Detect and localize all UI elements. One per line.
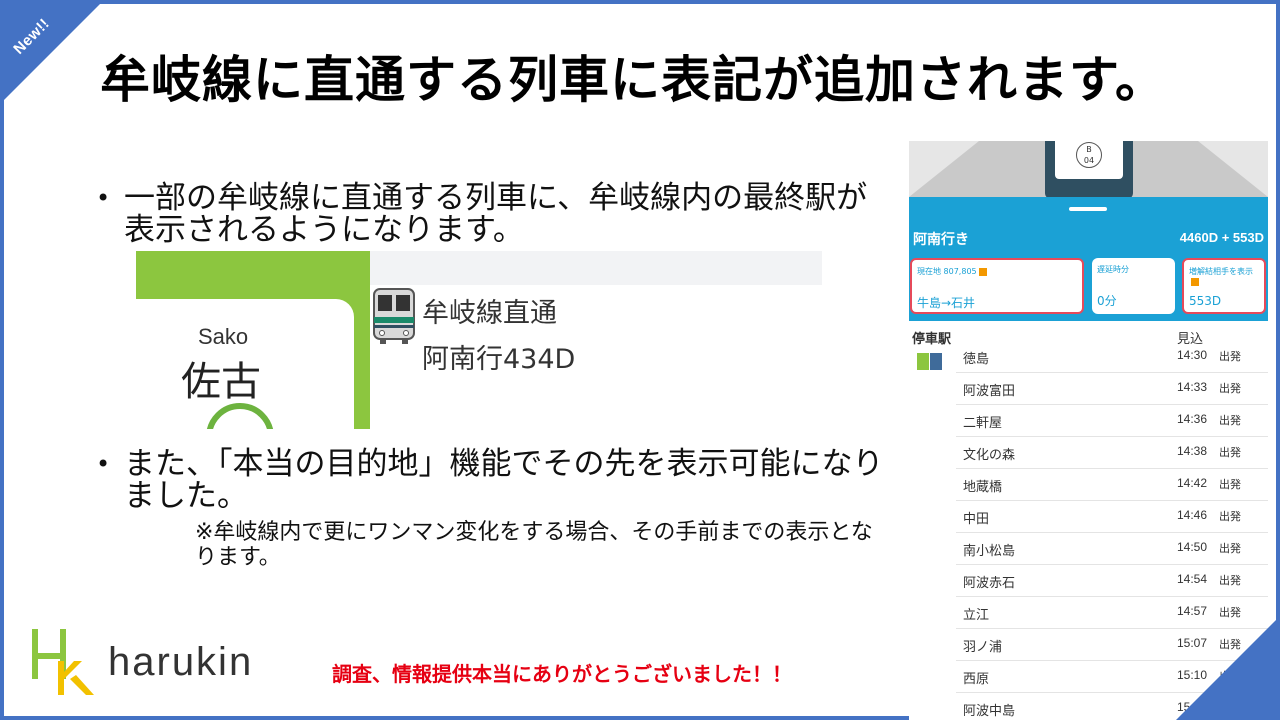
inset-topbar (370, 251, 822, 285)
location-label-text: 現在地 807,805 (917, 267, 977, 276)
through-service-label: 牟岐線直通 (422, 298, 557, 329)
stop-station: 文化の森 (963, 448, 1016, 463)
location-value: 牛島→石井 (917, 296, 976, 310)
slide-title: 牟岐線に直通する列車に表記が追加されます。 (100, 51, 1166, 109)
station-screenshot: Sako 佐古 牟岐線直通 阿南行434D (136, 251, 822, 429)
stop-type: 出発 (1219, 542, 1241, 555)
stop-time: 14:42 (1177, 476, 1208, 490)
stop-time: 14:30 (1177, 348, 1208, 362)
stop-station: 二軒屋 (963, 416, 1003, 431)
location-card[interactable]: 現在地 807,805 牛島→石井 (910, 258, 1084, 314)
stop-type: 出発 (1219, 446, 1241, 459)
stop-row[interactable]: 南小松島 14:50 出発 (956, 533, 1268, 565)
location-card-label: 現在地 807,805 (917, 266, 987, 277)
bullet-2: • また、「本当の目的地」機能でその先を表示可能になりました。 (96, 448, 896, 512)
ceiling-right (1198, 141, 1268, 197)
destination-train-label: 阿南行434D (422, 344, 576, 375)
stop-station: 阿波赤石 (963, 576, 1016, 591)
station-name-en: Sako (198, 324, 249, 349)
thanks-message: 調査、情報提供本当にありがとうございました！！ (332, 662, 792, 686)
coupling-label-text: 増解結相手を表示 (1189, 267, 1253, 276)
corner-decoration (1176, 616, 1280, 720)
stop-row[interactable]: 文化の森 14:38 出発 (956, 437, 1268, 469)
bullet-1: • 一部の牟岐線に直通する列車に、牟岐線内の最終駅が表示されるようになります。 (96, 182, 896, 246)
ceiling-left (909, 141, 979, 197)
bullet-1-text: 一部の牟岐線に直通する列車に、牟岐線内の最終駅が表示されるようになります。 (124, 180, 868, 248)
stop-station: 羽ノ浦 (963, 640, 1003, 655)
bullet-dot: • (96, 184, 111, 212)
coupling-card[interactable]: 増解結相手を表示 553D (1182, 258, 1266, 314)
stop-time: 14:50 (1177, 540, 1208, 554)
stop-time: 14:38 (1177, 444, 1208, 458)
stops-header: 停車駅 (912, 332, 952, 347)
bullet-dot: • (96, 450, 111, 478)
stop-station: 南小松島 (963, 544, 1016, 559)
stop-station: 西原 (963, 672, 990, 687)
coupling-card-label: 増解結相手を表示 (1189, 266, 1253, 286)
info-icon (978, 267, 987, 276)
station-name-jp: 佐古 (181, 359, 261, 405)
stop-type: 出発 (1219, 382, 1241, 395)
footnote: ※牟岐線内で更にワンマン変化をする場合、その手前までの表示となります。 (195, 520, 873, 570)
stop-station: 立江 (963, 608, 990, 623)
line-symbol-icon (917, 353, 943, 370)
stop-row[interactable]: 阿波赤石 14:54 出発 (956, 565, 1268, 597)
stop-station: 地蔵橋 (963, 480, 1003, 495)
stop-time: 14:54 (1177, 572, 1208, 586)
train-number: 4460D + 553D (1179, 230, 1264, 245)
stop-type: 出発 (1219, 478, 1241, 491)
stop-row[interactable]: 地蔵橋 14:42 出発 (956, 469, 1268, 501)
delay-card[interactable]: 遅延時分 0分 (1092, 258, 1175, 314)
bullet-2-text: また、「本当の目的地」機能でその先を表示可能になりました。 (124, 446, 884, 514)
delay-value: 0分 (1097, 294, 1117, 308)
stop-row[interactable]: 中田 14:46 出発 (956, 501, 1268, 533)
stop-type: 出発 (1219, 350, 1241, 363)
car-number-badge: B 04 (1076, 142, 1102, 168)
train-destination: 阿南行き (913, 232, 969, 248)
door-window: B 04 (1055, 141, 1123, 179)
train-icon (373, 288, 415, 344)
stop-type: 出発 (1219, 510, 1241, 523)
stop-station: 阿波中島 (963, 704, 1016, 719)
stop-time: 14:36 (1177, 412, 1208, 426)
delay-label: 遅延時分 (1097, 265, 1129, 274)
coupling-value: 553D (1189, 294, 1222, 308)
stop-row[interactable]: 二軒屋 14:36 出発 (956, 405, 1268, 437)
info-icon (1191, 277, 1199, 286)
stop-row[interactable]: 阿波富田 14:33 出発 (956, 373, 1268, 405)
stop-time: 14:46 (1177, 508, 1208, 522)
train-illustration: B 04 (909, 141, 1268, 199)
stop-station: 阿波富田 (963, 384, 1016, 399)
stop-station: 徳島 (963, 352, 990, 367)
sheet-drag-handle[interactable] (1069, 207, 1107, 211)
stop-type: 出発 (1219, 414, 1241, 427)
line-green-symbol (917, 353, 929, 370)
stop-row[interactable]: 徳島 14:30 出発 (956, 341, 1268, 373)
stop-time: 14:33 (1177, 380, 1208, 394)
train-door: B 04 (1045, 141, 1133, 199)
line-blue-symbol (930, 353, 942, 370)
logo-wordmark: harukin (108, 640, 254, 684)
stop-station: 中田 (963, 512, 990, 527)
stop-type: 出発 (1219, 574, 1241, 587)
